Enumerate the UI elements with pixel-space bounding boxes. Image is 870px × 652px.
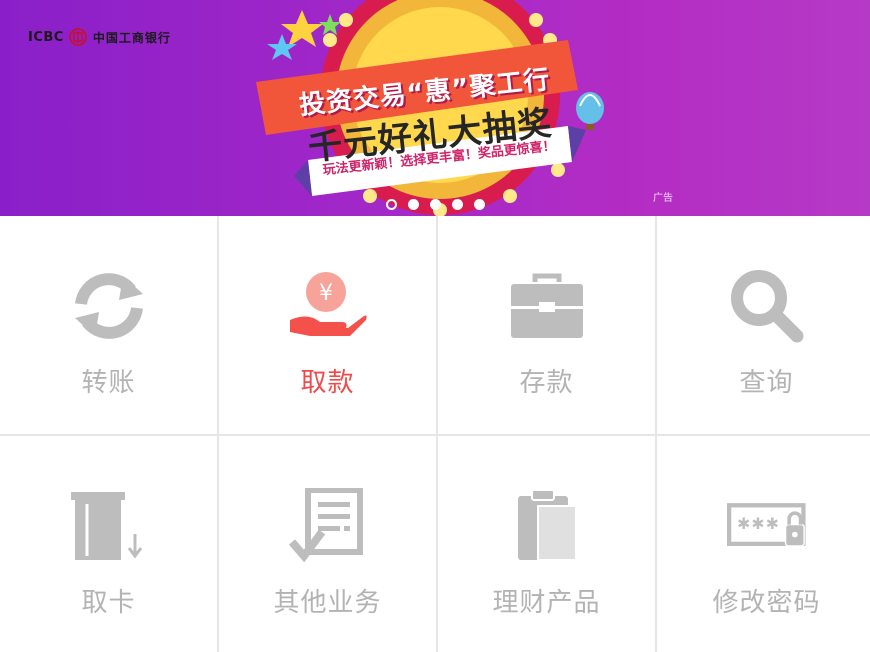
search-icon [727, 266, 807, 346]
wealth-products-button[interactable]: 理财产品 [438, 436, 655, 652]
carousel-dot[interactable] [386, 199, 397, 210]
deposit-label: 存款 [519, 368, 574, 398]
change-password-button[interactable]: ✱ ✱ ✱ 修改密码 [657, 436, 870, 652]
document-check-icon [288, 486, 368, 566]
svg-text:¥: ¥ [319, 281, 333, 306]
eject-card-button[interactable]: 取卡 [0, 436, 217, 652]
inquiry-button[interactable]: 查询 [657, 216, 870, 434]
eject-card-label: 取卡 [81, 588, 136, 618]
icbc-logo: ICBC 中国工商银行 [28, 28, 171, 46]
icbc-emblem-icon [68, 28, 87, 46]
inquiry-label: 查询 [739, 368, 794, 398]
svg-text:✱: ✱ [737, 514, 750, 533]
ad-label: 广告 [653, 193, 673, 204]
deposit-button[interactable]: 存款 [438, 216, 655, 434]
carousel-dot[interactable] [474, 199, 485, 210]
password-lock-icon: ✱ ✱ ✱ [726, 486, 807, 566]
transfer-button[interactable]: 转账 [0, 216, 217, 434]
coin-hand-icon: ¥ [288, 266, 368, 346]
wealth-products-label: 理财产品 [492, 588, 601, 618]
refresh-icon [69, 266, 149, 346]
carousel-dot[interactable] [430, 199, 441, 210]
other-services-label: 其他业务 [273, 588, 382, 618]
carousel-dot[interactable] [408, 199, 419, 210]
other-services-button[interactable]: 其他业务 [219, 436, 436, 652]
withdraw-label: 取款 [300, 368, 355, 398]
transfer-label: 转账 [81, 368, 136, 398]
service-menu-grid: 转账 ¥ 取款 存款 查询 取卡 其他业务 理财产品 ✱ ✱ ✱ 修改密码 [0, 216, 870, 652]
promo-artwork: 投资交易“惠”聚工行 千元好礼大抽奖 玩法更新颖！选择更丰富！奖品更惊喜！ [250, 0, 630, 216]
logo-cn-text: 中国工商银行 [92, 30, 171, 45]
briefcase-icon [507, 266, 587, 346]
carousel-dot[interactable] [452, 199, 463, 210]
carousel-indicator [386, 199, 485, 210]
svg-text:✱: ✱ [751, 514, 764, 533]
change-password-label: 修改密码 [712, 588, 821, 618]
promo-banner[interactable]: ICBC 中国工商银行 投资交易“惠”聚工行 千元好礼大抽奖 玩法更新颖！选择更… [0, 0, 870, 216]
logo-en-text: ICBC [28, 29, 64, 45]
clipboard-icon [507, 486, 587, 566]
withdraw-button[interactable]: ¥ 取款 [219, 216, 436, 434]
svg-text:✱: ✱ [765, 514, 778, 533]
card-eject-icon [69, 486, 149, 566]
